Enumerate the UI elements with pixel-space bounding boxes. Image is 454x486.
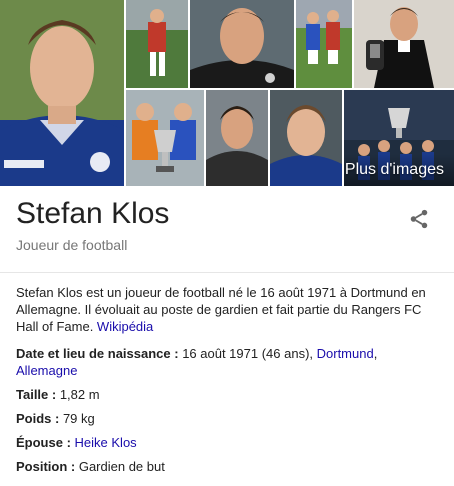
portrait-photo[interactable] <box>0 0 124 186</box>
fact-weight: Poids : 79 kg <box>16 410 438 427</box>
more-images-overlay[interactable]: Plus d'images <box>344 154 454 186</box>
fact-birth-sep: , <box>373 346 378 361</box>
award-ceremony-photo[interactable] <box>354 0 454 88</box>
fact-spouse: Épouse : Heike Klos <box>16 434 438 451</box>
fact-spouse-label[interactable]: Épouse : <box>16 435 71 450</box>
spouse-link[interactable]: Heike Klos <box>75 435 137 450</box>
players-on-pitch-photo[interactable] <box>296 0 352 88</box>
fact-birth-label[interactable]: Date et lieu de naissance : <box>16 346 179 361</box>
casual-portrait-photo[interactable] <box>206 90 268 186</box>
fact-birth-value: 16 août 1971 (46 ans), <box>178 346 317 361</box>
share-button[interactable] <box>408 208 430 230</box>
trophy-celebration-photo[interactable] <box>126 90 204 186</box>
section-divider <box>0 272 454 273</box>
fact-height-value: 1,82 m <box>56 387 100 402</box>
fact-weight-value: 79 kg <box>59 411 95 426</box>
birthplace-country-link[interactable]: Allemagne <box>16 363 77 378</box>
image-gallery: Plus d'images <box>0 0 454 186</box>
fact-height: Taille : 1,82 m <box>16 386 438 403</box>
goalkeeper-action-photo[interactable] <box>126 0 188 88</box>
share-icon <box>410 209 428 229</box>
fact-birth: Date et lieu de naissance : 16 août 1971… <box>16 345 438 379</box>
goalkeeper-headshot-photo[interactable] <box>190 0 294 88</box>
description-text: Stefan Klos est un joueur de football né… <box>16 285 426 334</box>
fact-position: Position : Gardien de but <box>16 458 438 475</box>
knowledge-panel-header: Stefan Klos Joueur de football <box>16 196 436 253</box>
fact-weight-label[interactable]: Poids : <box>16 411 59 426</box>
entity-title: Stefan Klos <box>16 197 170 230</box>
entity-description: Stefan Klos est un joueur de football né… <box>16 284 438 335</box>
fact-position-value: Gardien de but <box>75 459 165 474</box>
young-portrait-photo[interactable] <box>270 90 342 186</box>
wikipedia-link[interactable]: Wikipédia <box>97 319 153 334</box>
birthplace-city-link[interactable]: Dortmund <box>317 346 374 361</box>
facts-list: Date et lieu de naissance : 16 août 1971… <box>16 345 438 482</box>
fact-position-label[interactable]: Position : <box>16 459 75 474</box>
entity-subtitle: Joueur de football <box>16 237 128 253</box>
fact-height-label[interactable]: Taille : <box>16 387 56 402</box>
more-images-label[interactable]: Plus d'images <box>345 161 444 179</box>
stadium-trophy-photo[interactable]: Plus d'images <box>344 90 454 186</box>
